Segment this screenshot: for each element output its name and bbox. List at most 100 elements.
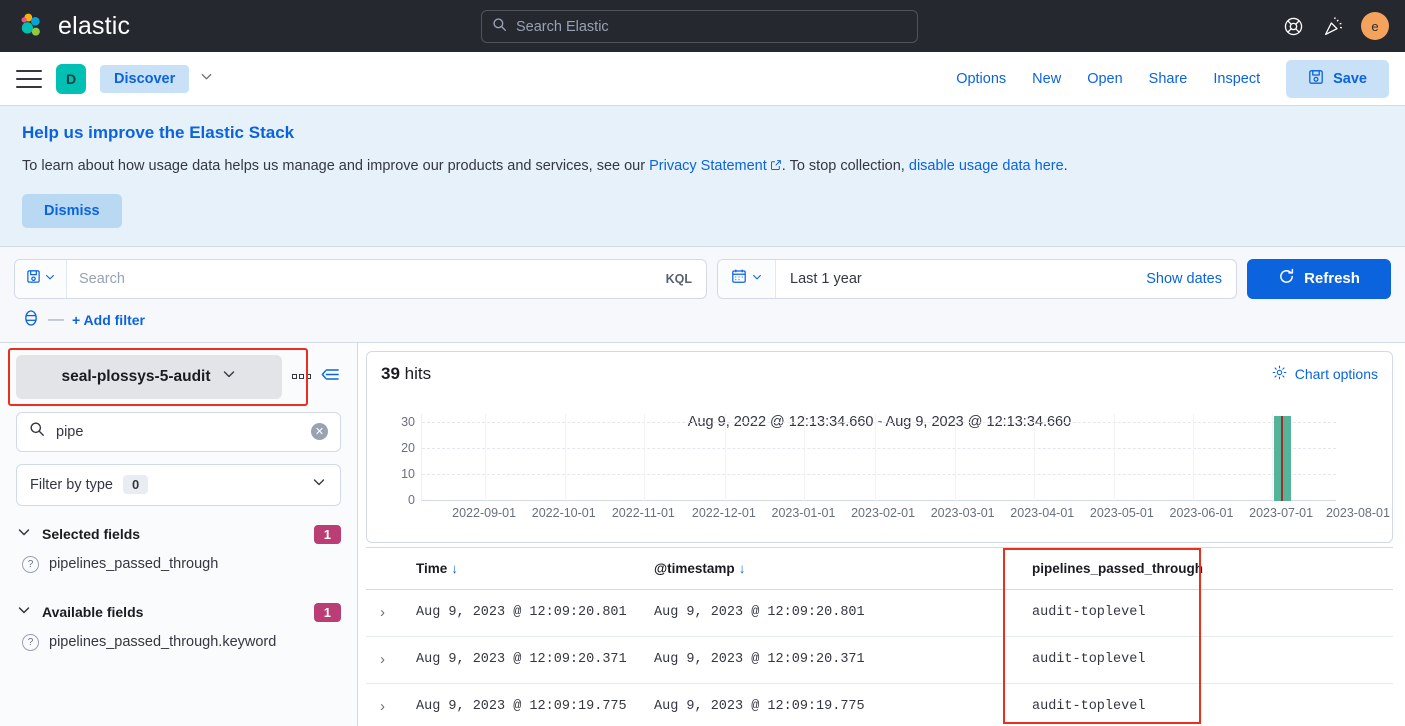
global-search-placeholder: Search Elastic xyxy=(516,19,609,35)
hits-count: 39 xyxy=(381,364,400,383)
column-header-pipelines-passed-through[interactable]: pipelines_passed_through xyxy=(1018,547,1218,589)
index-pattern-row: seal-plossys-5-audit xyxy=(16,355,341,399)
announcement-cheer-icon[interactable] xyxy=(1321,14,1345,38)
brand[interactable]: elastic xyxy=(0,11,130,41)
space-badge[interactable]: D xyxy=(56,64,86,94)
date-picker-group: Last 1 year Show dates xyxy=(717,259,1237,299)
clear-icon[interactable]: ✕ xyxy=(311,423,328,440)
options-button[interactable]: Options xyxy=(956,71,1006,87)
table-row[interactable]: › Aug 9, 2023 @ 12:09:19.775 Aug 9, 2023… xyxy=(366,683,1393,726)
breadcrumb[interactable]: Discover xyxy=(100,65,189,93)
privacy-statement-link[interactable]: Privacy Statement xyxy=(649,158,767,174)
disable-usage-data-link[interactable]: disable usage data here xyxy=(909,158,1064,174)
filter-by-type-button[interactable]: Filter by type 0 xyxy=(16,464,341,506)
sidebar-field-pipelines-passed-through-keyword[interactable]: ? pipelines_passed_through.keyword xyxy=(16,623,341,662)
index-pattern-select[interactable]: seal-plossys-5-audit xyxy=(16,355,282,399)
x-tick-2: 2022-11-01 xyxy=(612,506,675,520)
expand-row-button[interactable]: › xyxy=(366,589,402,636)
cell-time: Aug 9, 2023 @ 12:09:19.775 xyxy=(402,683,640,726)
app-actions: Options New Open Share Inspect Save xyxy=(956,60,1389,98)
date-range-value[interactable]: Last 1 year xyxy=(776,271,1132,287)
vgrid-8 xyxy=(1034,414,1035,502)
query-language-button[interactable]: KQL xyxy=(652,272,706,286)
filter-options-icon[interactable] xyxy=(22,309,40,332)
sort-desc-icon: ↓ xyxy=(451,561,458,576)
gridline-10 xyxy=(422,474,1336,475)
y-tick-30: 30 xyxy=(401,415,415,429)
field-group-header[interactable]: Available fields 1 xyxy=(16,602,341,623)
chevron-right-icon: › xyxy=(380,698,385,715)
column-header-time[interactable]: Time↓ xyxy=(402,547,640,589)
table-row[interactable]: › Aug 9, 2023 @ 12:09:20.801 Aug 9, 2023… xyxy=(366,589,1393,636)
date-quick-select-button[interactable] xyxy=(718,260,776,298)
app-navigation-bar: D Discover Options New Open Share Inspec… xyxy=(0,52,1405,106)
elastic-logo-icon xyxy=(18,11,48,41)
chart-options-button[interactable]: Chart options xyxy=(1272,365,1378,383)
vgrid-5 xyxy=(804,414,805,502)
field-group-header[interactable]: Selected fields 1 xyxy=(16,524,341,545)
sort-desc-icon: ↓ xyxy=(739,561,746,576)
column-header-timestamp[interactable]: @timestamp↓ xyxy=(640,547,1018,589)
saved-query-menu-button[interactable] xyxy=(15,260,67,298)
plot-area xyxy=(421,414,1336,502)
expand-row-button[interactable]: › xyxy=(366,683,402,726)
new-button[interactable]: New xyxy=(1032,71,1061,87)
cell-spacer xyxy=(1218,683,1393,726)
y-axis: 30 20 10 0 xyxy=(381,414,415,502)
collapse-sidebar-icon[interactable] xyxy=(321,367,339,387)
cell-pipelines-passed-through: audit-toplevel xyxy=(1018,683,1218,726)
cell-timestamp: Aug 9, 2023 @ 12:09:20.371 xyxy=(640,636,1018,683)
open-button[interactable]: Open xyxy=(1087,71,1122,87)
refresh-button[interactable]: Refresh xyxy=(1247,259,1391,299)
callout-text-2: . To stop collection, xyxy=(782,158,909,174)
x-tick-3: 2022-12-01 xyxy=(692,506,756,520)
discover-main: 39 hits Chart options xyxy=(358,343,1405,726)
inspect-button[interactable]: Inspect xyxy=(1213,71,1260,87)
field-group-count: 1 xyxy=(314,525,341,544)
callout-title: Help us improve the Elastic Stack xyxy=(22,123,1383,143)
histogram-panel: 39 hits Chart options xyxy=(366,351,1393,543)
x-tick-10: 2023-07-01 xyxy=(1249,506,1313,520)
x-tick-4: 2023-01-01 xyxy=(771,506,835,520)
vgrid-1 xyxy=(485,414,486,502)
grid-dots-icon[interactable] xyxy=(292,374,311,379)
x-tick-11: 2023-08-01 xyxy=(1326,506,1390,520)
chevron-down-icon[interactable] xyxy=(199,69,214,89)
share-button[interactable]: Share xyxy=(1149,71,1188,87)
refresh-button-label: Refresh xyxy=(1304,270,1360,287)
brand-name: elastic xyxy=(58,12,130,41)
y-tick-10: 10 xyxy=(401,467,415,481)
global-header: elastic Search Elastic xyxy=(0,0,1405,52)
vgrid-7 xyxy=(955,414,956,502)
chevron-down-icon xyxy=(16,602,32,623)
external-link-icon xyxy=(770,158,782,178)
sidebar-field-pipelines-passed-through[interactable]: ? pipelines_passed_through xyxy=(16,545,341,584)
chevron-down-icon xyxy=(44,270,56,288)
chevron-right-icon: › xyxy=(380,604,385,621)
query-search-input[interactable]: Search xyxy=(67,271,652,287)
show-dates-button[interactable]: Show dates xyxy=(1132,271,1236,287)
x-tick-5: 2023-02-01 xyxy=(851,506,915,520)
expand-row-button[interactable]: › xyxy=(366,636,402,683)
gridline-30 xyxy=(422,422,1336,423)
vgrid-4 xyxy=(725,414,726,502)
save-button[interactable]: Save xyxy=(1286,60,1389,98)
dismiss-button[interactable]: Dismiss xyxy=(22,194,122,228)
global-search-input[interactable]: Search Elastic xyxy=(481,10,918,43)
column-header-spacer xyxy=(1218,547,1393,589)
histogram-chart[interactable]: 30 20 10 0 xyxy=(381,414,1378,532)
add-filter-button[interactable]: + Add filter xyxy=(72,312,145,328)
save-button-label: Save xyxy=(1333,71,1367,87)
x-tick-7: 2023-04-01 xyxy=(1010,506,1074,520)
help-lifebuoy-icon[interactable] xyxy=(1281,14,1305,38)
vgrid-3 xyxy=(644,414,645,502)
avatar[interactable]: e xyxy=(1361,12,1389,40)
field-search-input[interactable]: pipe ✕ xyxy=(16,412,341,452)
cell-time: Aug 9, 2023 @ 12:09:20.801 xyxy=(402,589,640,636)
x-tick-0: 2022-09-01 xyxy=(452,506,516,520)
filter-bar: — + Add filter xyxy=(14,299,1391,342)
menu-hamburger-icon[interactable] xyxy=(16,70,42,88)
filter-by-type-count: 0 xyxy=(123,475,148,494)
table-row[interactable]: › Aug 9, 2023 @ 12:09:20.371 Aug 9, 2023… xyxy=(366,636,1393,683)
y-tick-20: 20 xyxy=(401,441,415,455)
